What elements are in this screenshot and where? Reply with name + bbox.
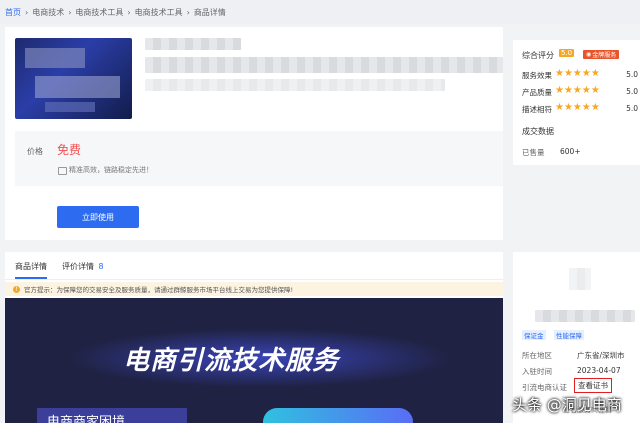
stars-icon: ★★★★★ <box>555 102 600 113</box>
badge-deposit: 保证金 <box>522 330 546 340</box>
breadcrumb-home-link[interactable]: 首页 <box>5 7 21 18</box>
banner-subtitle: 电商商家困境 <box>47 415 126 423</box>
detail-banner: 电商引流技术服务 电商商家困境 <box>5 298 503 423</box>
join-date-label: 入驻时间 <box>522 367 552 376</box>
detail-card: 商品详情 评价详情 8 ! 官方提示：为保障您的交易安全及服务质量，请通过群鲸服… <box>5 252 503 423</box>
seller-name-blurred <box>535 310 635 322</box>
product-description-blurred-2 <box>145 79 445 91</box>
sold-label: 已售量 <box>522 148 545 157</box>
tab-review-details-label: 评价详情 <box>62 262 94 271</box>
breadcrumb-separator: › <box>186 7 190 17</box>
rating-label: 描述相符 <box>522 105 552 114</box>
rating-card: 综合评分 5.0 ◉ 金牌服务 服务效果 ★★★★★ 5.0 产品质量 ★★★★… <box>513 40 640 165</box>
product-card: 价格 免费 精准高效，链路稳定先进！ 立即使用 <box>5 27 503 240</box>
join-date-value: 2023-04-07 <box>577 366 621 375</box>
banner-subtitle-box: 电商商家困境 <box>37 408 187 423</box>
breadcrumb-separator: › <box>68 7 72 17</box>
rating-score: 5.0 <box>626 87 638 96</box>
tab-product-details-label: 商品详情 <box>15 262 47 271</box>
view-certificate-link[interactable]: 查看证书 <box>574 378 612 393</box>
breadcrumb-separator: › <box>25 7 29 17</box>
warning-icon: ! <box>13 285 20 293</box>
banner-title: 电商引流技术服务 <box>123 346 340 376</box>
rating-score: 5.0 <box>626 104 638 113</box>
rating-row-service: 服务效果 ★★★★★ 5.0 <box>522 69 638 81</box>
stars-icon: ★★★★★ <box>555 85 600 96</box>
breadcrumb-current: 商品详情 <box>193 7 226 17</box>
deal-data-label: 成交数据 <box>522 127 554 136</box>
price-panel: 价格 免费 精准高效，链路稳定先进！ <box>15 131 503 186</box>
use-now-button[interactable]: 立即使用 <box>57 206 139 228</box>
product-title-blurred <box>145 38 241 50</box>
rating-label: 服务效果 <box>522 71 552 80</box>
product-description-blurred <box>145 57 503 73</box>
overall-score-value: 5.0 <box>559 49 575 57</box>
medal-icon: ◉ <box>586 51 592 58</box>
official-notice-text: 官方提示：为保障您的交易安全及服务质量，请通过群鲸服务市场平台线上交易为您提供保… <box>24 286 294 294</box>
official-notice: ! 官方提示：为保障您的交易安全及服务质量，请通过群鲸服务市场平台线上交易为您提… <box>5 282 503 296</box>
banner-button-shape <box>263 408 413 423</box>
stars-icon: ★★★★★ <box>555 68 600 79</box>
gold-service-badge: ◉ 金牌服务 <box>583 50 620 59</box>
rating-row-quality: 产品质量 ★★★★★ 5.0 <box>522 86 638 98</box>
sold-value: 600+ <box>560 147 581 156</box>
overall-score-label: 综合评分 <box>522 51 554 60</box>
breadcrumb-item-tools[interactable]: 电商技术工具 <box>75 7 123 18</box>
region-label: 所在地区 <box>522 351 552 360</box>
region-value: 广东省/深圳市 <box>577 351 625 360</box>
product-thumbnail <box>15 38 132 119</box>
rating-label: 产品质量 <box>522 88 552 97</box>
rating-score: 5.0 <box>626 70 638 79</box>
price-value: 免费 <box>57 143 82 157</box>
certification-label: 引流电商认证 <box>522 383 567 392</box>
breadcrumb-item-ecommerce-tech[interactable]: 电商技术 <box>32 7 64 18</box>
tab-divider <box>5 279 503 280</box>
price-label: 价格 <box>27 147 43 156</box>
info-icon <box>58 167 67 175</box>
breadcrumb: 首页 › 电商技术 › 电商技术工具 › 电商技术工具 › 商品详情 <box>0 0 640 24</box>
product-note: 精准高效，链路稳定先进！ <box>69 166 153 174</box>
tab-product-details[interactable]: 商品详情 <box>15 261 47 279</box>
watermark-text: 头条 @洞见电商 <box>512 396 622 414</box>
tab-review-details[interactable]: 评价详情 8 <box>62 261 104 277</box>
rating-row-description: 描述相符 ★★★★★ 5.0 <box>522 103 638 115</box>
breadcrumb-item-tools-2[interactable]: 电商技术工具 <box>135 7 183 18</box>
review-count: 8 <box>98 262 104 271</box>
seller-avatar-blurred <box>569 268 591 290</box>
gold-service-badge-text: 金牌服务 <box>592 52 617 59</box>
badge-performance: 性能保障 <box>554 330 584 340</box>
breadcrumb-separator: › <box>127 7 131 17</box>
